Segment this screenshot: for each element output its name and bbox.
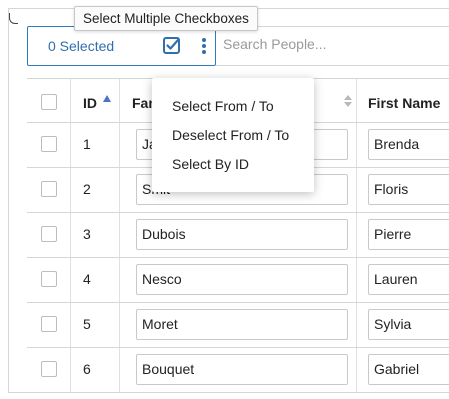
checkbox-check-icon (163, 37, 180, 54)
row-first-name-cell: Brenda (356, 123, 449, 167)
row-id: 3 (83, 226, 91, 242)
first-name-input[interactable]: Brenda (368, 129, 449, 160)
select-options-menu: Select From / To Deselect From / To Sele… (152, 78, 314, 192)
row-family-name-cell: Moret (119, 303, 356, 347)
row-id: 5 (83, 316, 91, 332)
row-id: 1 (83, 136, 91, 152)
panel-corner-icon (9, 13, 18, 24)
row-id-cell: 3 (71, 213, 119, 257)
row-family-name-cell: Nesco (119, 258, 356, 302)
row-family-name-cell: Bouquet (119, 348, 356, 392)
header-checkbox-cell (27, 79, 71, 122)
family-name-input[interactable]: Moret (136, 309, 348, 340)
row-checkbox[interactable] (41, 226, 57, 242)
first-name-input[interactable]: Gabriel (368, 354, 449, 385)
table-row: 3 Dubois Pierre (27, 213, 449, 258)
select-all-checkbox[interactable] (41, 94, 57, 110)
row-id-cell: 6 (71, 348, 119, 392)
row-checkbox[interactable] (41, 316, 57, 332)
search-container (216, 26, 449, 66)
menu-item-select-by-id[interactable]: Select By ID (172, 156, 249, 172)
table-row: 4 Nesco Lauren (27, 258, 449, 303)
row-checkbox[interactable] (41, 271, 57, 287)
more-vertical-icon (198, 38, 210, 54)
table-row: 5 Moret Sylvia (27, 303, 449, 348)
row-id: 2 (83, 181, 91, 197)
first-name-input[interactable]: Lauren (368, 264, 449, 295)
row-first-name-cell: Gabriel (356, 348, 449, 392)
row-first-name-cell: Lauren (356, 258, 449, 302)
more-options-button[interactable] (198, 36, 210, 56)
row-checkbox-cell (27, 123, 71, 167)
row-id-cell: 2 (71, 168, 119, 212)
header-first-name[interactable]: First Name (356, 79, 449, 122)
row-checkbox[interactable] (41, 361, 57, 377)
first-name-input[interactable]: Pierre (368, 219, 449, 250)
sort-ascending-icon (103, 95, 111, 102)
row-id: 6 (83, 361, 91, 377)
row-first-name-cell: Sylvia (356, 303, 449, 347)
table-row: 6 Bouquet Gabriel (27, 348, 449, 392)
row-checkbox[interactable] (41, 181, 57, 197)
row-id-cell: 1 (71, 123, 119, 167)
row-checkbox-cell (27, 348, 71, 392)
header-first-name-label: First Name (368, 95, 441, 111)
row-id-cell: 5 (71, 303, 119, 347)
family-name-input[interactable]: Dubois (136, 219, 348, 250)
row-checkbox[interactable] (41, 136, 57, 152)
search-input[interactable] (223, 36, 443, 52)
row-first-name-cell: Pierre (356, 213, 449, 257)
row-id-cell: 4 (71, 258, 119, 302)
select-multiple-tooltip: Select Multiple Checkboxes (74, 6, 258, 31)
menu-item-select-from-to[interactable]: Select From / To (172, 98, 274, 114)
row-checkbox-cell (27, 168, 71, 212)
row-checkbox-cell (27, 258, 71, 302)
row-checkbox-cell (27, 303, 71, 347)
header-id-label: ID (83, 95, 97, 111)
family-name-input[interactable]: Bouquet (136, 354, 348, 385)
selected-count: 0 Selected (48, 38, 115, 54)
menu-item-deselect-from-to[interactable]: Deselect From / To (172, 127, 289, 143)
row-family-name-cell: Dubois (119, 213, 356, 257)
first-name-input[interactable]: Sylvia (368, 309, 449, 340)
select-multiple-button[interactable] (163, 37, 180, 54)
family-name-input[interactable]: Nesco (136, 264, 348, 295)
sort-unsorted-icon (344, 95, 352, 109)
selection-bar: 0 Selected (27, 26, 216, 66)
row-first-name-cell: Floris (356, 168, 449, 212)
row-id: 4 (83, 271, 91, 287)
header-id[interactable]: ID (71, 79, 119, 122)
first-name-input[interactable]: Floris (368, 174, 449, 205)
people-grid-panel: 0 Selected ID Family Name (8, 8, 449, 393)
row-checkbox-cell (27, 213, 71, 257)
